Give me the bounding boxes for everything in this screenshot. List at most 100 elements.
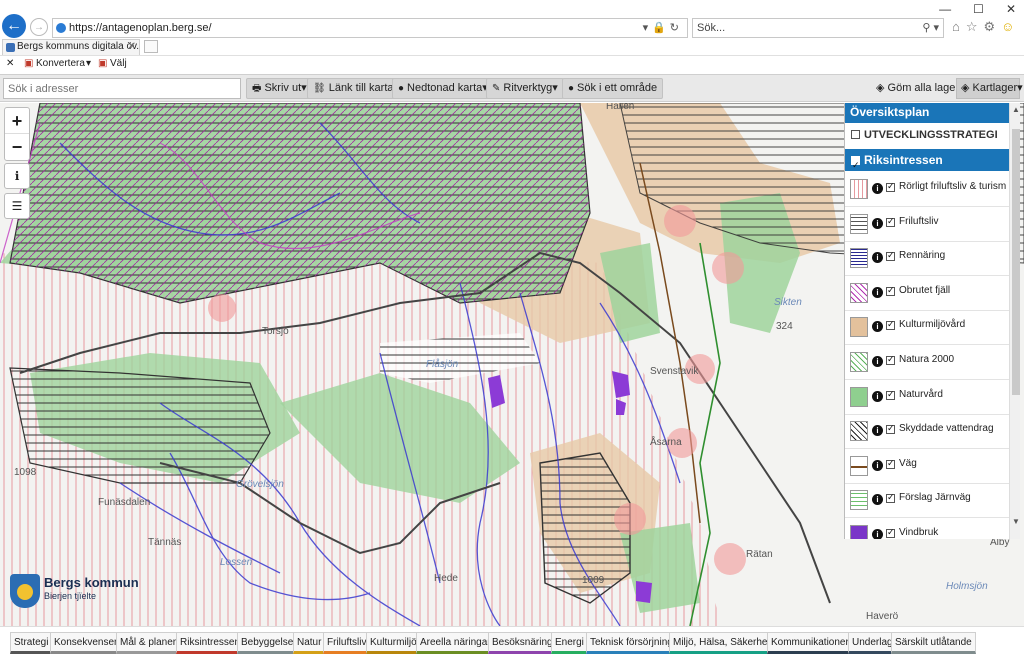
category-tab[interactable]: Natur — [293, 632, 326, 654]
layer-checkbox[interactable] — [886, 285, 895, 296]
info-icon[interactable]: i — [872, 217, 883, 229]
layer-checkbox[interactable] — [886, 527, 895, 538]
map-layers-button[interactable]: ◈ Kartlager▾ — [956, 78, 1023, 99]
info-icon[interactable]: i — [872, 286, 883, 298]
strategy-toggle[interactable]: UTVECKLINGSSTRATEGI — [845, 124, 1009, 146]
category-tab[interactable]: Underlag — [848, 632, 897, 654]
layer-checkbox[interactable] — [886, 181, 895, 192]
category-tab[interactable]: Mål & planer — [116, 632, 181, 654]
print-button[interactable]: 🖶 Skriv ut▾ — [246, 78, 313, 99]
category-tab[interactable]: Särskilt utlåtande — [891, 632, 976, 654]
draw-label: Ritverktyg — [503, 82, 553, 94]
search-icon[interactable]: ⚲ ▾ — [922, 19, 939, 37]
zoom-in-button[interactable]: + — [5, 108, 29, 134]
home-icon[interactable]: ⌂ — [952, 19, 960, 35]
close-x-icon[interactable]: ✕ — [6, 56, 14, 72]
place-label-hoimsjon: Holmsjön — [946, 581, 988, 592]
scroll-thumb[interactable] — [1012, 129, 1020, 395]
place-label-hede: Hede — [434, 573, 458, 584]
area-search-button[interactable]: ● Sök i ett område — [562, 78, 664, 99]
convert-dropdown-icon[interactable]: ▾ — [86, 56, 91, 72]
info-icon[interactable]: i — [872, 390, 883, 402]
layer-row[interactable]: i Natura 2000 — [845, 346, 1009, 380]
logo-name: Bergs kommun — [44, 575, 139, 590]
info-icon[interactable]: i — [872, 459, 883, 471]
hide-layers-label: Göm alla lager — [887, 82, 960, 94]
info-button[interactable]: ℹ — [4, 163, 30, 189]
layer-checkbox[interactable] — [886, 216, 895, 227]
riksintressen-checkbox[interactable] — [851, 154, 860, 176]
info-icon[interactable]: i — [872, 529, 883, 539]
layer-swatch — [850, 213, 868, 234]
back-button[interactable]: ← — [2, 14, 26, 38]
layer-checkbox[interactable] — [886, 319, 895, 331]
hide-layers-button[interactable]: ◈ Göm alla lager — [876, 81, 959, 94]
scroll-down-icon[interactable]: ▼ — [1012, 517, 1020, 526]
scroll-up-icon[interactable]: ▲ — [1012, 105, 1020, 114]
category-tab[interactable]: Strategi — [10, 632, 53, 654]
close-icon[interactable]: ✕ — [1006, 2, 1016, 16]
legend-button[interactable]: ☰ — [4, 193, 30, 219]
layer-row[interactable]: i Väg — [845, 450, 1009, 484]
layer-row[interactable]: i Rennäring — [845, 242, 1009, 277]
address-search-input[interactable] — [3, 78, 241, 99]
category-tab[interactable]: Riksintressen — [176, 632, 245, 654]
info-icon[interactable]: i — [872, 183, 883, 194]
smiley-icon[interactable]: ☺ — [1001, 19, 1014, 35]
info-icon[interactable]: i — [872, 494, 883, 506]
category-tab[interactable]: Areella näringar — [416, 632, 495, 654]
layer-checkbox[interactable] — [886, 458, 895, 469]
zoom-out-button[interactable]: − — [5, 134, 29, 160]
strategy-checkbox[interactable] — [851, 130, 860, 139]
forward-button[interactable]: → — [30, 18, 48, 36]
layer-checkbox[interactable] — [886, 423, 895, 435]
gear-icon[interactable]: ⚙ — [984, 19, 996, 35]
layer-row[interactable]: i Vindbruk — [845, 519, 1009, 539]
category-tab[interactable]: Teknisk försörjning — [586, 632, 677, 654]
select-button[interactable]: Välj — [110, 56, 127, 72]
layer-row[interactable]: i Förslag Järnväg — [845, 484, 1009, 519]
panel-scrollbar[interactable]: ▲ ▼ — [1009, 103, 1020, 539]
layer-checkbox[interactable] — [886, 492, 895, 504]
layer-row[interactable]: i Rörligt friluftsliv & turism — [845, 173, 1009, 207]
layer-checkbox[interactable] — [886, 250, 895, 262]
category-tab[interactable]: Bebyggelse — [237, 632, 298, 654]
category-tab[interactable]: Friluftsliv — [323, 632, 371, 654]
map-layers-label: Kartlager — [972, 82, 1018, 94]
url-tools-icon[interactable]: ▾🔒↻ — [643, 19, 683, 37]
category-tab[interactable]: Kulturmiljö — [366, 632, 421, 654]
layer-checkbox[interactable] — [886, 389, 895, 400]
layer-row[interactable]: i Naturvård — [845, 381, 1009, 415]
info-icon[interactable]: i — [872, 356, 883, 367]
category-tab[interactable]: Kommunikationer — [767, 632, 853, 654]
layer-row[interactable]: i Skyddade vattendrag — [845, 415, 1009, 450]
favorites-icon[interactable]: ☆ — [966, 19, 978, 35]
layer-label: Väg — [899, 457, 917, 469]
download-map-button[interactable]: ●Nedtonad karta▾ — [392, 78, 494, 99]
info-icon[interactable]: i — [872, 321, 883, 333]
url-bar[interactable]: https://antagenoplan.berg.se/ ▾🔒↻ — [52, 18, 688, 38]
layer-row[interactable]: i Friluftsliv — [845, 208, 1009, 242]
link-button[interactable]: ⛓Länk till karta▾ — [307, 78, 406, 99]
category-tab[interactable]: Konsekvenser — [50, 632, 122, 654]
category-tab[interactable]: Besöksnäring — [488, 632, 557, 654]
category-tab[interactable]: Miljö, Hälsa, Säkerhet — [669, 632, 775, 654]
layer-row[interactable]: i Kulturmiljövård — [845, 311, 1009, 346]
category-tab[interactable]: Energi — [551, 632, 588, 654]
maximize-icon[interactable]: ☐ — [973, 2, 984, 16]
layer-checkbox[interactable] — [886, 354, 895, 365]
layer-row[interactable]: i Obrutet fjäll — [845, 277, 1009, 311]
riksintressen-group[interactable]: Riksintressen — [845, 149, 1009, 176]
tab-close-icon[interactable]: ✕ — [128, 40, 136, 54]
minimize-icon[interactable]: — — [939, 2, 951, 16]
new-tab-button[interactable] — [144, 40, 158, 53]
globe-icon: ● — [398, 83, 405, 94]
place-label-funasdalen: Funäsdalen — [98, 497, 151, 508]
info-icon[interactable]: i — [872, 425, 883, 437]
info-icon[interactable]: i — [872, 252, 883, 264]
draw-tools-button[interactable]: ✎ Ritverktyg▾ — [486, 78, 564, 99]
layer-label: Förslag Järnväg — [899, 492, 971, 504]
browser-tab[interactable]: Bergs kommuns digitala öv... ✕ — [2, 39, 140, 55]
browser-search-input[interactable]: Sök... ⚲ ▾ — [692, 18, 944, 38]
convert-button[interactable]: Konvertera — [36, 56, 85, 72]
